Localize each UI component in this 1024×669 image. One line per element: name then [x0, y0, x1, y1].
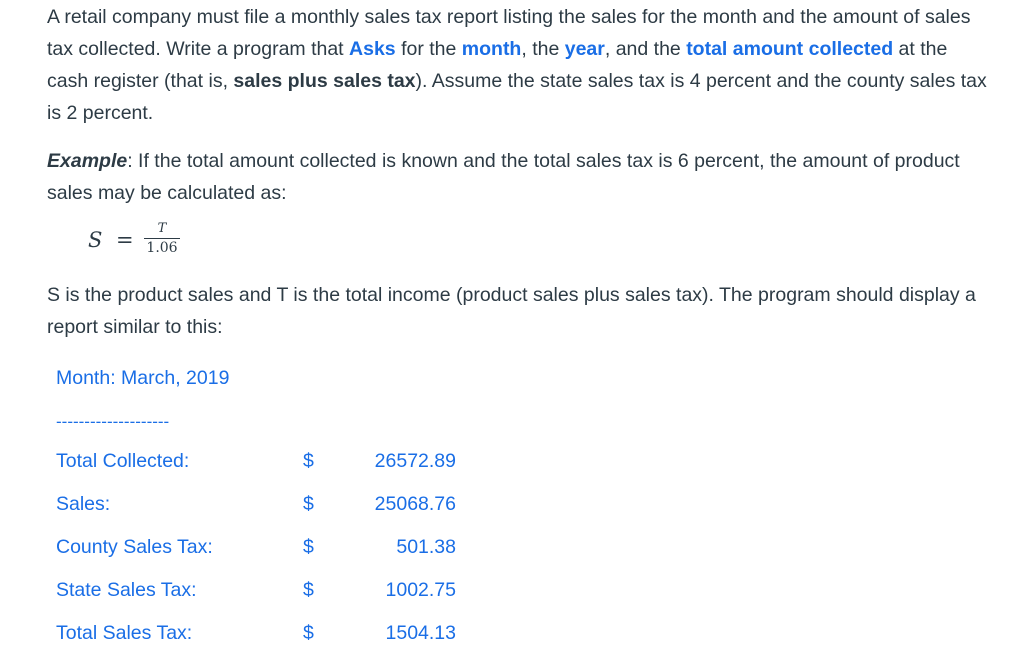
example-text: : If the total amount collected is known… — [47, 150, 960, 204]
row-label: Total Collected: — [56, 450, 190, 472]
keyword-asks: Asks — [349, 38, 396, 60]
formula-fraction: T 1.06 — [144, 222, 180, 256]
row-amount: 1504.13 — [385, 622, 457, 644]
explanation-block: S is the product sales and T is the tota… — [47, 279, 987, 343]
keyword-sales-plus-sales-tax: sales plus sales tax — [233, 70, 416, 92]
formula-equals: = — [116, 228, 134, 252]
intro-text-3: , the — [521, 38, 565, 60]
row-amount: 26572.89 — [374, 450, 456, 472]
row-currency: $ — [303, 493, 314, 515]
sales-formula: S = T 1.06 — [88, 222, 208, 266]
sample-report: Month: March, 2019 -------------------- … — [56, 362, 476, 657]
formula-numerator: T — [157, 221, 167, 236]
keyword-total-amount-collected: total amount collected — [686, 38, 894, 60]
report-divider: -------------------- — [56, 412, 170, 431]
report-month-line: Month: March, 2019 — [56, 367, 230, 389]
intro-paragraph: A retail company must file a monthly sal… — [47, 1, 987, 129]
explanation-paragraph: S is the product sales and T is the tota… — [47, 284, 976, 338]
report-rows: Total Collected: $ 26572.89 Sales: $ 250… — [56, 442, 476, 657]
assignment-content: A retail company must file a monthly sal… — [47, 0, 987, 209]
row-currency: $ — [303, 622, 314, 644]
row-amount: 501.38 — [396, 536, 456, 558]
row-currency: $ — [303, 450, 314, 472]
row-label: Sales: — [56, 493, 111, 515]
report-row-sales: Sales: $ 25068.76 — [56, 485, 476, 528]
row-label: Total Sales Tax: — [56, 622, 193, 644]
example-label: Example — [47, 150, 128, 172]
intro-text-2: for the — [395, 38, 462, 60]
row-amount: 1002.75 — [385, 579, 457, 601]
intro-text-4: , and the — [604, 38, 687, 60]
report-row-total-collected: Total Collected: $ 26572.89 — [56, 442, 476, 485]
row-amount: 25068.76 — [374, 493, 456, 515]
formula-lhs: S — [88, 228, 103, 252]
row-currency: $ — [303, 579, 314, 601]
example-paragraph: Example: If the total amount collected i… — [47, 145, 987, 209]
report-row-total-sales-tax: Total Sales Tax: $ 1504.13 — [56, 614, 476, 657]
row-currency: $ — [303, 536, 314, 558]
fraction-bar — [144, 238, 180, 239]
report-row-county-sales-tax: County Sales Tax: $ 501.38 — [56, 528, 476, 571]
formula-denominator: 1.06 — [146, 240, 178, 256]
row-label: County Sales Tax: — [56, 536, 213, 558]
report-row-state-sales-tax: State Sales Tax: $ 1002.75 — [56, 571, 476, 614]
keyword-month: month — [461, 38, 522, 60]
row-label: State Sales Tax: — [56, 579, 197, 601]
keyword-year: year — [564, 38, 605, 60]
